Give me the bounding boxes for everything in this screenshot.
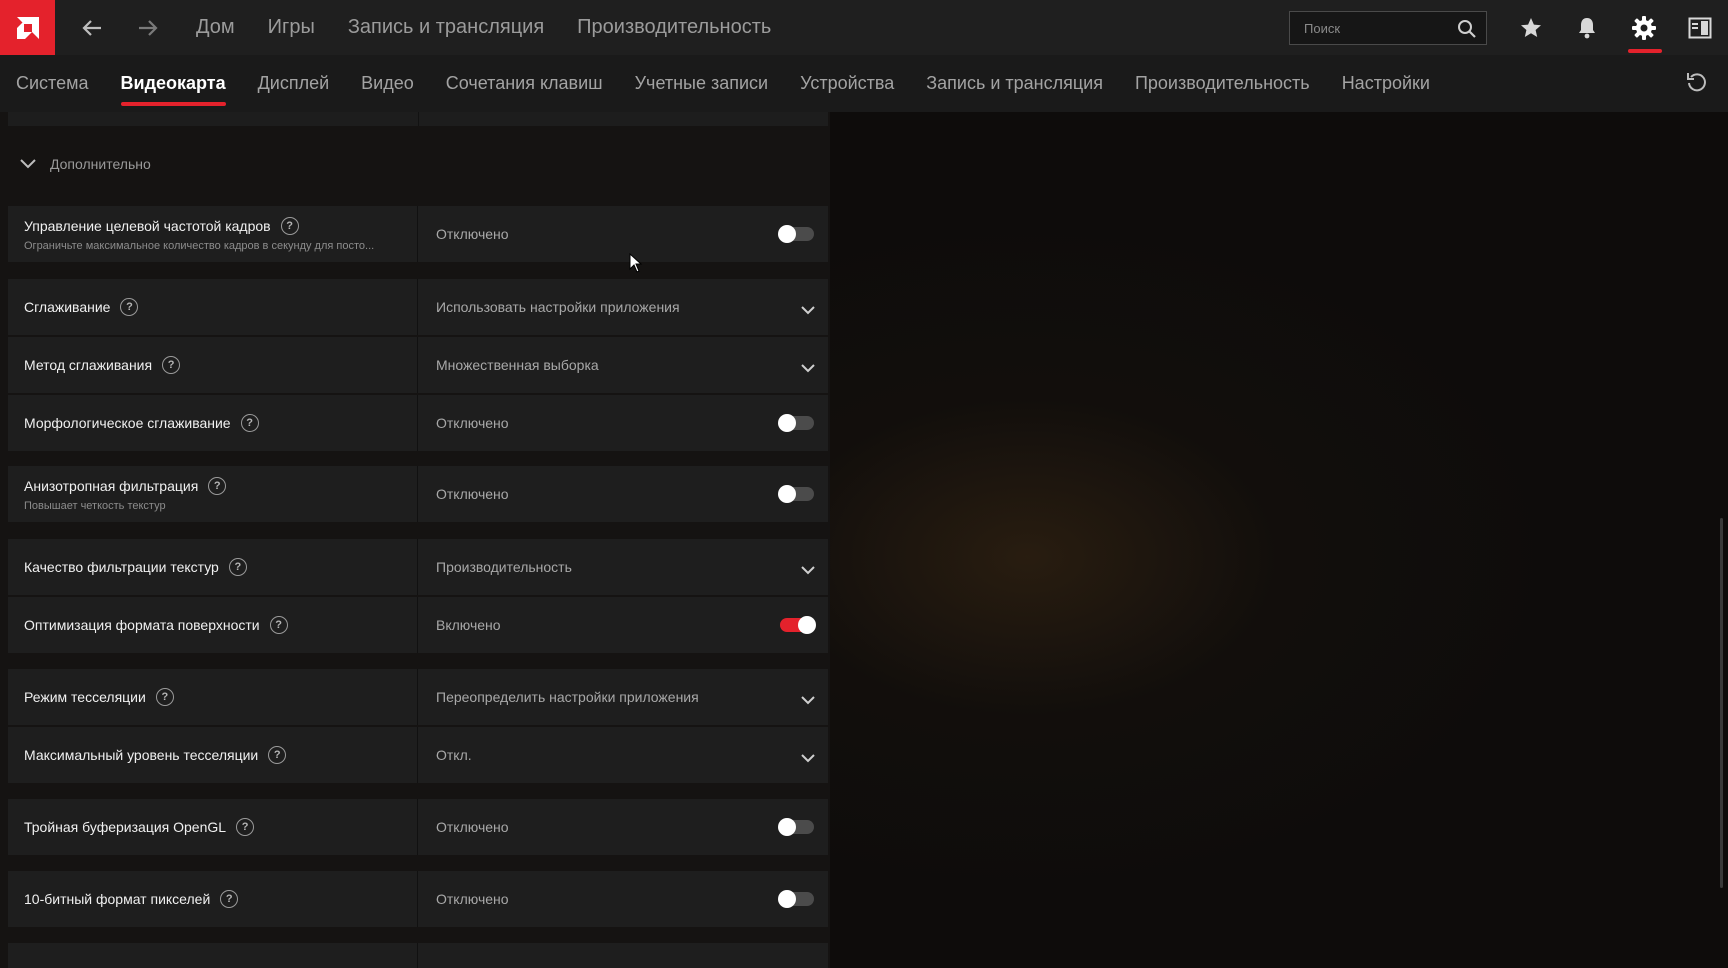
chevron-down-icon[interactable] — [801, 302, 815, 320]
tab-accounts[interactable]: Учетные записи — [635, 55, 768, 112]
setting-description: Ограничьте максимальное количество кадро… — [24, 239, 375, 252]
tab-system[interactable]: Система — [16, 55, 89, 112]
setting-value: Включено — [436, 617, 501, 633]
help-icon[interactable]: ? — [155, 688, 174, 706]
nav-record-stream[interactable]: Запись и трансляция — [348, 16, 544, 39]
setting-value: Отключено — [436, 226, 509, 242]
tab-performance[interactable]: Производительность — [1135, 55, 1310, 112]
top-navigation: Дом Игры Запись и трансляция Производите… — [196, 16, 804, 39]
setting-label: Тройная буферизация OpenGL — [24, 819, 227, 835]
setting-row-morphological-aa: Морфологическое сглаживание ? Отключено — [8, 395, 828, 451]
setting-label: Управление целевой частотой кадров — [24, 217, 271, 234]
section-advanced[interactable]: Дополнительно — [20, 156, 151, 172]
toggle-switch[interactable] — [778, 485, 814, 503]
setting-label: Режим тесселяции — [24, 689, 146, 705]
setting-row-texture-filtering-quality: Качество фильтрации текстур ? Производит… — [8, 539, 828, 595]
gear-icon[interactable] — [1629, 13, 1659, 43]
sidebar-panel-icon[interactable] — [1685, 13, 1715, 43]
forward-arrow-icon[interactable] — [128, 0, 168, 55]
toggle-switch[interactable] — [778, 414, 814, 432]
setting-row-anti-aliasing: Сглаживание ? Использовать настройки при… — [8, 279, 828, 335]
top-bar: Дом Игры Запись и трансляция Производите… — [0, 0, 1728, 55]
dropdown-value[interactable]: Производительность — [436, 559, 572, 575]
chevron-down-icon[interactable] — [20, 156, 36, 172]
help-icon[interactable]: ? — [268, 746, 287, 764]
setting-row-opengl-triple-buffering: Тройная буферизация OpenGL ? Отключено — [8, 799, 828, 855]
help-icon[interactable]: ? — [220, 890, 239, 908]
tab-preferences[interactable]: Настройки — [1342, 55, 1430, 112]
tab-record-stream[interactable]: Запись и трансляция — [926, 55, 1103, 112]
dropdown-value[interactable]: Использовать настройки приложения — [436, 299, 680, 315]
nav-performance[interactable]: Производительность — [577, 16, 771, 39]
help-icon[interactable]: ? — [228, 558, 247, 576]
help-icon[interactable]: ? — [120, 298, 139, 316]
setting-description: Повышает четкость текстур — [24, 499, 166, 512]
tab-devices[interactable]: Устройства — [800, 55, 894, 112]
setting-row-anti-aliasing-method: Метод сглаживания ? Множественная выборк… — [8, 337, 828, 393]
reset-icon[interactable] — [1686, 71, 1708, 98]
setting-label: Метод сглаживания — [24, 357, 153, 373]
settings-tab-bar: Система Видеокарта Дисплей Видео Сочетан… — [0, 55, 1728, 112]
nav-home[interactable]: Дом — [196, 16, 235, 39]
tab-video[interactable]: Видео — [361, 55, 414, 112]
section-title: Дополнительно — [50, 156, 151, 172]
toggle-switch[interactable] — [778, 818, 814, 836]
mouse-cursor-icon — [629, 252, 643, 278]
star-icon[interactable] — [1516, 13, 1546, 43]
chevron-down-icon[interactable] — [801, 562, 815, 580]
amd-logo-icon[interactable] — [0, 0, 55, 55]
setting-row-frame-rate-target: Управление целевой частотой кадров ? Огр… — [8, 206, 828, 262]
dropdown-value[interactable]: Откл. — [436, 747, 472, 763]
toggle-switch[interactable] — [778, 225, 814, 243]
previous-row-stub — [8, 112, 828, 126]
tab-display[interactable]: Дисплей — [258, 55, 330, 112]
tab-hotkeys[interactable]: Сочетания клавиш — [446, 55, 603, 112]
setting-value: Отключено — [436, 819, 509, 835]
setting-row-surface-format-optimization: Оптимизация формата поверхности ? Включе… — [8, 597, 828, 653]
back-arrow-icon[interactable] — [72, 0, 112, 55]
setting-value: Отключено — [436, 891, 509, 907]
setting-row-10bit-pixel-format: 10-битный формат пикселей ? Отключено — [8, 871, 828, 927]
setting-label: Морфологическое сглаживание — [24, 415, 231, 431]
setting-label: Сглаживание — [24, 299, 111, 315]
help-icon[interactable]: ? — [269, 616, 288, 634]
toggle-switch[interactable] — [778, 890, 814, 908]
setting-value: Отключено — [436, 415, 509, 431]
setting-row-partial — [8, 943, 828, 968]
setting-row-anisotropic-filtering: Анизотропная фильтрация ? Повышает четко… — [8, 466, 828, 522]
setting-value: Отключено — [436, 486, 509, 502]
help-icon[interactable]: ? — [240, 414, 259, 432]
chevron-down-icon[interactable] — [801, 750, 815, 768]
search-box[interactable] — [1289, 11, 1487, 45]
nav-games[interactable]: Игры — [268, 16, 315, 39]
search-input[interactable] — [1304, 20, 1444, 36]
setting-label: 10-битный формат пикселей — [24, 891, 211, 907]
gear-active-indicator — [1628, 49, 1662, 53]
setting-row-tessellation-mode: Режим тесселяции ? Переопределить настро… — [8, 669, 828, 725]
help-icon[interactable]: ? — [162, 356, 181, 374]
dropdown-value[interactable]: Множественная выборка — [436, 357, 599, 373]
chevron-down-icon[interactable] — [801, 360, 815, 378]
dropdown-value[interactable]: Переопределить настройки приложения — [436, 689, 699, 705]
chevron-down-icon[interactable] — [801, 692, 815, 710]
setting-label: Оптимизация формата поверхности — [24, 617, 260, 633]
search-icon[interactable] — [1457, 19, 1477, 44]
setting-label: Качество фильтрации текстур — [24, 559, 219, 575]
help-icon[interactable]: ? — [280, 216, 299, 235]
setting-row-max-tessellation-level: Максимальный уровень тесселяции ? Откл. — [8, 727, 828, 783]
bell-icon[interactable] — [1572, 13, 1602, 43]
help-icon[interactable]: ? — [236, 818, 255, 836]
help-icon[interactable]: ? — [208, 476, 227, 495]
background-scene — [830, 112, 1728, 968]
tab-graphics[interactable]: Видеокарта — [120, 55, 226, 112]
setting-label: Максимальный уровень тесселяции — [24, 747, 259, 763]
toggle-switch[interactable] — [780, 616, 816, 634]
setting-label: Анизотропная фильтрация — [24, 477, 199, 494]
scrollbar[interactable] — [1720, 518, 1723, 888]
